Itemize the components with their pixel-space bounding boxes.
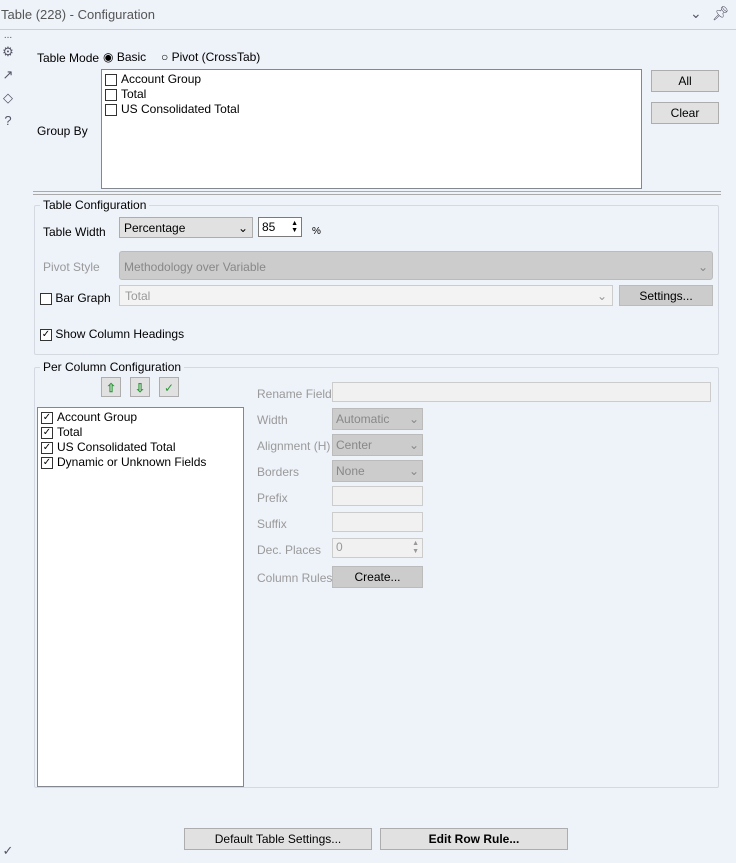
arrow-up-icon: ⇧ [105,381,117,395]
item-label: Total [121,87,147,101]
group-by-list[interactable]: Account Group Total US Consolidated Tota… [101,69,642,189]
spin-arrows-icon[interactable]: ▲ ▼ [291,220,298,234]
rename-field-input [332,382,711,402]
item-label: US Consolidated Total [121,102,240,116]
column-list[interactable]: ✓ Account Group ✓ Total ✓ US Consolidated T… [37,407,244,787]
table-width-label: Table Width [43,225,106,239]
alignment-select: Center ⌄ [332,434,423,456]
alignment-label: Alignment (H) [257,439,331,453]
select-value: Automatic [336,412,390,426]
default-table-settings-button[interactable]: Default Table Settings... [184,828,372,850]
suffix-input [332,512,423,532]
stepper-value: 0 [336,540,343,554]
checkbox[interactable]: ✓ [41,426,53,439]
pivot-style-label: Pivot Style [43,260,100,274]
checkbox[interactable]: ✓ [41,441,53,454]
item-label: Account Group [121,72,202,86]
move-down-button[interactable]: ⇩ [130,377,150,397]
list-item[interactable]: Account Group [102,72,641,87]
chevron-down-icon: ⌄ [697,260,708,274]
chevron-down-icon[interactable]: ⌄ [690,5,702,22]
table-configuration-legend: Table Configuration [40,198,150,212]
tag-icon[interactable]: ◇ [0,90,16,106]
select-value: Methodology over Variable [124,260,266,274]
bar-graph-field-select: Total ⌄ [119,285,613,306]
arrow-down-icon: ⇩ [134,381,146,395]
list-item[interactable]: ✓ Dynamic or Unknown Fields [38,455,243,470]
suffix-label: Suffix [257,517,287,531]
width-label: Width [257,413,288,427]
splitter[interactable] [33,191,721,195]
help-icon[interactable]: ? [0,113,16,128]
list-item[interactable]: ✓ Total [38,425,243,440]
spin-arrows-icon: ▲ ▼ [412,540,419,555]
settings-button: Settings... [619,285,713,306]
checkbox[interactable] [105,73,117,86]
item-label: US Consolidated Total [57,440,176,454]
list-item[interactable]: ✓ US Consolidated Total [38,440,243,455]
output-arrow-icon[interactable]: ↗ [0,67,16,83]
more-menu[interactable]: ... [0,30,16,41]
list-item[interactable]: ✓ Account Group [38,410,243,425]
checkbox[interactable] [105,88,117,101]
borders-label: Borders [257,465,300,479]
select-value: None [336,464,365,478]
dec-places-label: Dec. Places [257,543,322,557]
select-value: Percentage [124,221,186,235]
radio-basic[interactable]: ◉ Basic [103,50,146,64]
move-up-button[interactable]: ⇧ [101,377,121,397]
table-width-stepper[interactable]: 85 ▲ ▼ [258,217,302,237]
show-headings-label: Show Column Headings [55,327,185,341]
checkbox[interactable]: ✓ [41,411,53,424]
list-item[interactable]: Total [102,87,641,102]
show-column-headings-checkbox[interactable]: ✓ Show Column Headings [40,327,184,341]
pin-icon[interactable]: 📌︎ [712,5,730,22]
create-rule-button: Create... [332,566,423,588]
list-item[interactable]: US Consolidated Total [102,102,641,117]
checkmark-icon: ✓ [163,381,175,395]
chevron-down-icon: ⌄ [237,221,248,235]
select-value: Center [336,438,373,452]
prefix-label: Prefix [257,491,288,505]
table-width-mode-select[interactable]: Percentage ⌄ [119,217,253,238]
chevron-down-icon: ⌄ [596,289,607,303]
item-label: Account Group [57,410,138,424]
window-title: Table (228) - Configuration [0,0,736,30]
all-button[interactable]: All [651,70,719,92]
radio-pivot[interactable]: ○ Pivot (CrossTab) [161,50,260,64]
column-rules-label: Column Rules [257,571,333,585]
bar-graph-checkbox[interactable]: Bar Graph [40,291,111,305]
checkbox[interactable] [105,103,117,116]
dec-places-stepper: 0 ▲ ▼ [332,538,423,558]
gear-icon[interactable]: ⚙ [0,44,16,60]
select-value: Total [125,289,151,303]
width-select: Automatic ⌄ [332,408,423,430]
check-all-button[interactable]: ✓ [159,377,179,397]
bar-graph-label: Bar Graph [55,291,111,305]
percent-unit: % [312,226,321,237]
check-circle-icon: ✓ [2,843,14,858]
per-column-legend: Per Column Configuration [40,360,185,374]
chevron-down-icon: ⌄ [408,438,419,452]
chevron-down-icon: ⌄ [408,464,419,478]
group-by-label: Group By [37,124,88,138]
pivot-style-select: Methodology over Variable ⌄ [119,251,713,280]
borders-select: None ⌄ [332,460,423,482]
rename-field-label: Rename Field [257,387,332,401]
checkbox[interactable]: ✓ [41,456,53,469]
clear-button[interactable]: Clear [651,102,719,124]
radio-basic-label: Basic [116,50,147,64]
item-label: Dynamic or Unknown Fields [57,455,207,469]
stepper-value: 85 [262,220,276,234]
prefix-input [332,486,423,506]
table-mode-label: Table Mode [37,51,100,65]
edit-row-rule-button[interactable]: Edit Row Rule... [380,828,568,850]
radio-pivot-label: Pivot (CrossTab) [171,50,261,64]
chevron-down-icon: ⌄ [408,412,419,426]
item-label: Total [57,425,83,439]
